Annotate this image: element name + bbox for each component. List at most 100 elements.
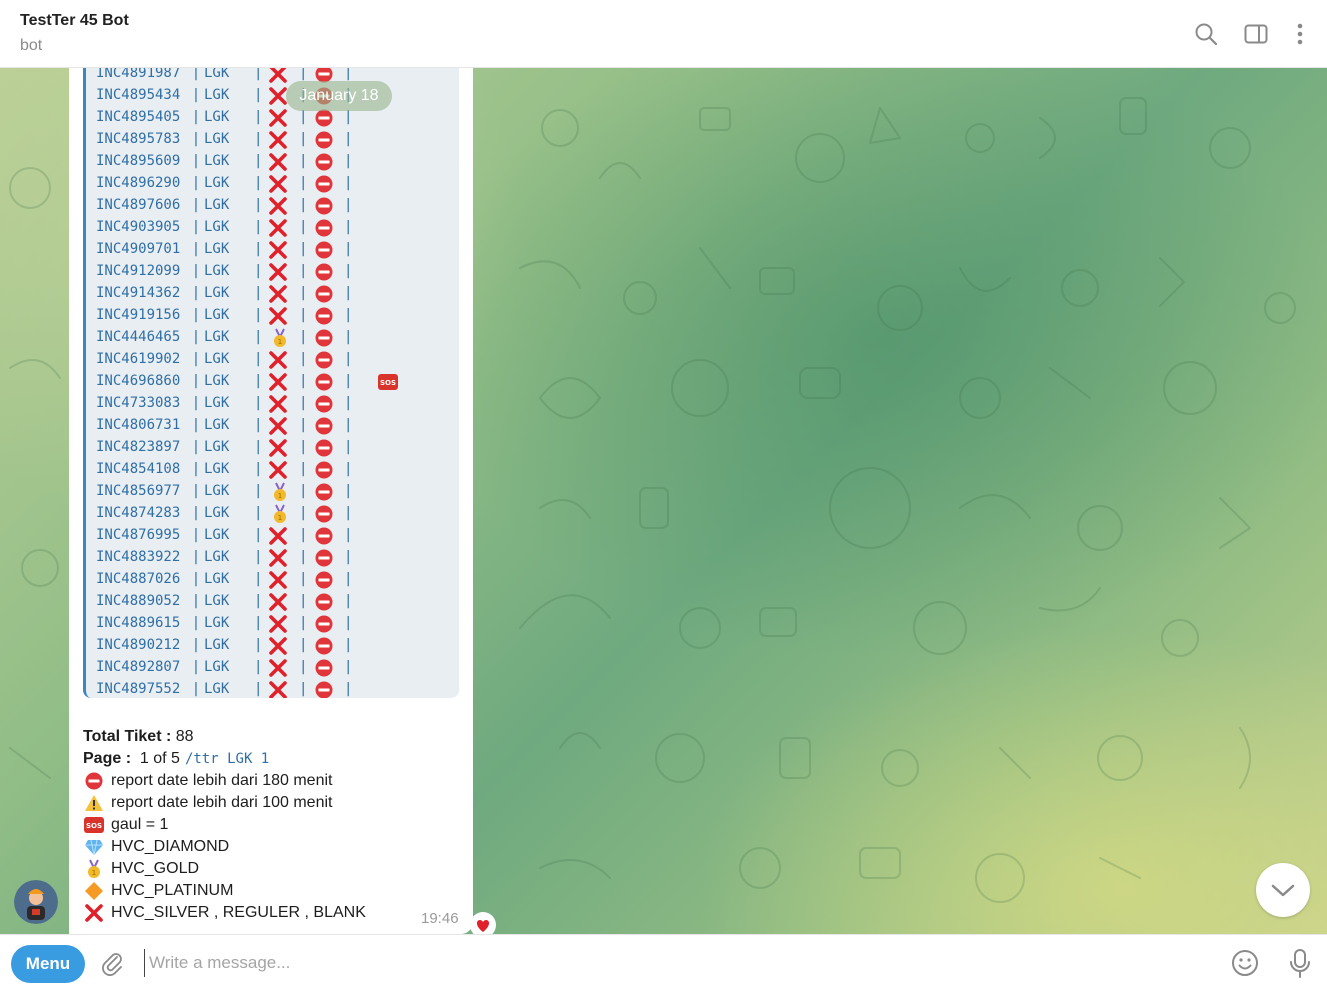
- separator: |: [254, 285, 263, 301]
- separator: |: [344, 131, 353, 147]
- separator: |: [299, 417, 308, 433]
- separator: |: [191, 527, 201, 543]
- ticket-id: INC4876995: [96, 527, 181, 543]
- red-x-icon: [85, 904, 103, 922]
- separator: |: [299, 373, 308, 389]
- ticket-site: LGK: [204, 571, 230, 587]
- page-value: 1 of 5: [139, 750, 180, 767]
- red-x-icon: [269, 263, 287, 281]
- separator: |: [191, 87, 201, 103]
- ticket-row: INC4897552 | LGK | | |: [96, 678, 352, 698]
- stop-icon: [85, 772, 103, 790]
- separator: |: [254, 131, 263, 147]
- red-x-icon: [269, 197, 287, 215]
- stop-icon: [315, 197, 333, 215]
- separator: |: [191, 505, 201, 521]
- ticket-site: LGK: [204, 307, 230, 323]
- message-time: 19:46: [421, 910, 459, 927]
- ticket-row: INC4895434|LGK|||: [96, 84, 352, 106]
- separator: |: [254, 527, 263, 543]
- ticket-row: INC4903905 | LGK | | |: [96, 216, 352, 238]
- ticket-tier: [268, 240, 288, 260]
- separator: |: [254, 68, 263, 81]
- page-label: Page :: [83, 750, 132, 767]
- gold-medal-icon: 1: [274, 328, 286, 347]
- separator: |: [254, 241, 263, 257]
- ticket-site: LGK: [204, 175, 230, 191]
- stop-icon: [315, 219, 333, 237]
- separator: |: [191, 571, 201, 587]
- message-bubble[interactable]: INC4891987|LGK|||INC4895434|LGK|||INC489…: [69, 68, 473, 934]
- ticket-row: INC4874283 | LGK | | | 1: [96, 502, 352, 524]
- separator: |: [344, 681, 353, 697]
- ticket-site: LGK: [204, 527, 230, 543]
- chat-title[interactable]: TestTer 45 Bot: [20, 12, 129, 30]
- legend-text: report date lebih dari 100 menit: [111, 794, 333, 811]
- legend-text: HVC_SILVER , REGULER , BLANK: [111, 904, 366, 921]
- ticket-status: [314, 306, 334, 326]
- separator: |: [191, 329, 201, 345]
- stop-icon: [315, 637, 333, 655]
- ticket-site: LGK: [204, 68, 230, 81]
- red-x-icon: [269, 637, 287, 655]
- menu-button[interactable]: Menu: [11, 945, 85, 983]
- ticket-row: INC4896290 | LGK | | |: [96, 172, 352, 194]
- ticket-row: INC4883922 | LGK | | |: [96, 546, 352, 568]
- legend-text: HVC_PLATINUM: [111, 882, 234, 899]
- separator: |: [299, 549, 308, 565]
- ticket-id: INC4895405: [96, 109, 181, 125]
- ticket-tier: [268, 262, 288, 282]
- red-x-icon: [269, 417, 287, 435]
- svg-text:1: 1: [278, 514, 282, 522]
- ticket-code-block[interactable]: INC4891987|LGK|||INC4895434|LGK|||INC489…: [83, 68, 459, 698]
- separator: |: [191, 373, 201, 389]
- red-x-icon: [269, 593, 287, 611]
- ticket-id: INC4823897: [96, 439, 181, 455]
- ticket-id: INC4895783: [96, 131, 181, 147]
- separator: |: [191, 681, 201, 697]
- ticket-id: INC4619902: [96, 351, 181, 367]
- ticket-list: INC4891987|LGK|||INC4895434|LGK|||INC489…: [96, 68, 398, 698]
- separator: |: [191, 263, 201, 279]
- ticket-row: INC4876995 | LGK | | |: [96, 524, 352, 546]
- ticket-id: INC4895434: [96, 87, 181, 103]
- ticket-site: LGK: [204, 593, 230, 609]
- ticket-site: LGK: [204, 461, 230, 477]
- legend-icon-wrap: 1: [83, 859, 105, 879]
- more-options-icon[interactable]: [1286, 20, 1314, 48]
- microphone-icon[interactable]: [1287, 947, 1313, 979]
- ticket-status: [314, 372, 334, 392]
- separator: |: [299, 329, 308, 345]
- svg-text:1: 1: [278, 338, 282, 346]
- ticket-id: INC4887026: [96, 571, 181, 587]
- red-x-icon: [269, 549, 287, 567]
- message-input[interactable]: [144, 949, 1204, 977]
- chat-area[interactable]: January 18 INC4891987 | LGK | | | INC4895434 | L…: [0, 68, 1327, 934]
- avatar[interactable]: [14, 880, 58, 924]
- paperclip-icon[interactable]: [98, 949, 126, 977]
- ticket-site: LGK: [204, 615, 230, 631]
- stop-icon: [315, 571, 333, 589]
- scroll-down-button[interactable]: [1256, 863, 1310, 917]
- ticket-tier: [268, 68, 288, 84]
- separator: |: [254, 197, 263, 213]
- gold-medal-icon: 1: [274, 482, 286, 501]
- search-icon[interactable]: [1192, 20, 1220, 48]
- separator: |: [299, 527, 308, 543]
- page-command-link[interactable]: /ttr LGK 1: [185, 748, 269, 770]
- red-x-icon: [269, 285, 287, 303]
- legend: report date lebih dari 180 menit report d…: [83, 770, 366, 924]
- ticket-row: INC4892807 | LGK | | |: [96, 656, 352, 678]
- reaction-badge[interactable]: [470, 912, 496, 934]
- separator: |: [254, 219, 263, 235]
- sidebar-toggle-icon[interactable]: [1242, 20, 1270, 48]
- separator: |: [299, 241, 308, 257]
- emoji-icon[interactable]: [1230, 948, 1260, 978]
- separator: |: [344, 571, 353, 587]
- ticket-id: INC4891987: [96, 68, 181, 81]
- red-x-icon: [269, 87, 287, 105]
- separator: |: [299, 681, 308, 697]
- ticket-id: INC4889052: [96, 593, 181, 609]
- ticket-id: INC4897552: [96, 681, 181, 697]
- total-row: Total Tiket : 88: [83, 726, 366, 748]
